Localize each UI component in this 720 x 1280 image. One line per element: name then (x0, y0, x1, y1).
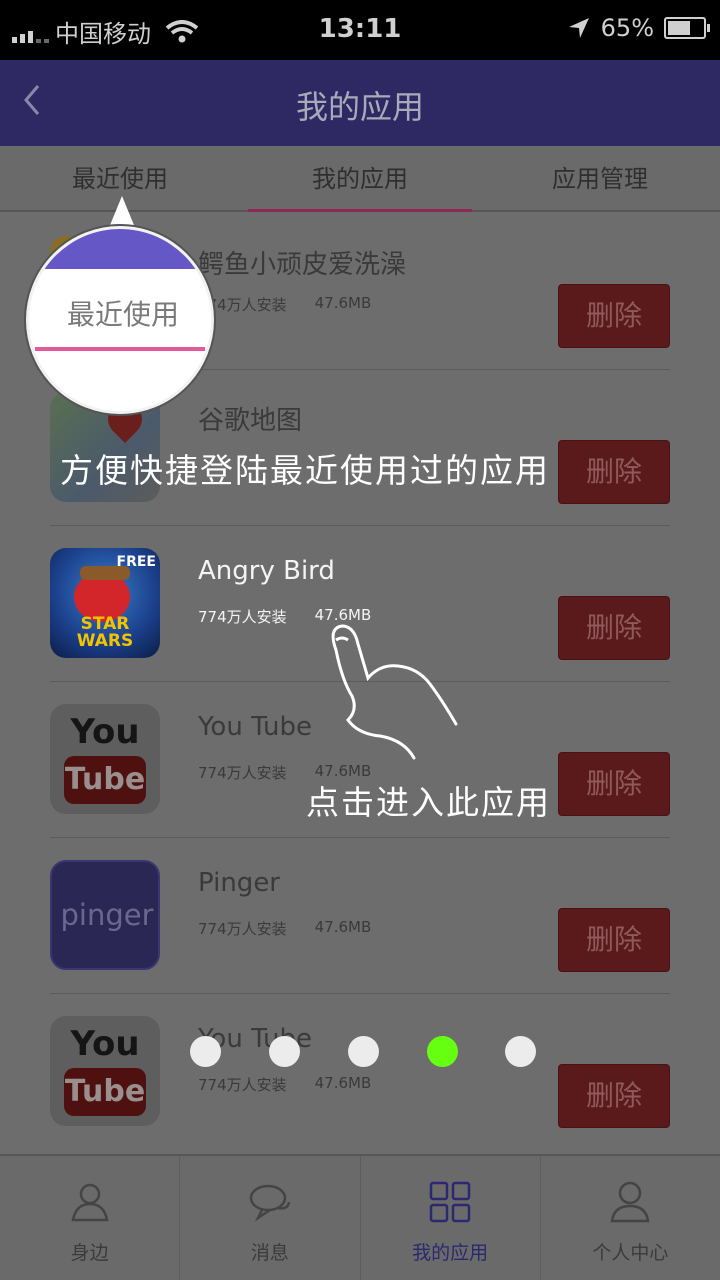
install-count: 774万人安装 (198, 920, 287, 938)
person-icon (71, 1183, 109, 1222)
delete-button[interactable]: 删除 (558, 752, 670, 816)
delete-button[interactable]: 删除 (558, 284, 670, 348)
hint-recent-apps: 方便快捷登陆最近使用过的应用 (60, 451, 550, 490)
app-name: Pinger (198, 868, 280, 898)
page-dot[interactable] (269, 1036, 300, 1067)
spotlight-magnifier: 最近使用 (26, 226, 214, 414)
nav-label: 身边 (70, 1242, 109, 1264)
bottom-nav: 身边 消息 我的应用 个人中心 (0, 1154, 720, 1280)
page-dot[interactable] (190, 1036, 221, 1067)
hint-tap-to-open: 点击进入此应用 (306, 783, 551, 822)
app-meta: 774万人安装 47.6MB (198, 1074, 371, 1095)
app-name: Angry Bird (198, 556, 335, 586)
page-title: 我的应用 (295, 88, 424, 126)
location-arrow-icon (568, 18, 589, 38)
app-name: 谷歌地图 (198, 406, 303, 436)
list-item[interactable]: You Tube You Tube 774万人安装 47.6MB 删除 (50, 994, 670, 1150)
nav-messages[interactable]: 消息 (180, 1156, 361, 1280)
status-right: 65% (567, 14, 710, 42)
angry-birds-icon[interactable]: FREE STAR WARS (50, 548, 160, 658)
app-meta: 774万人安装 47.6MB (198, 294, 371, 315)
app-meta: 774万人安装 47.6MB (198, 918, 371, 939)
battery-percent: 65% (600, 14, 654, 42)
spotlight-pointer (108, 196, 136, 230)
install-count: 774万人安装 (198, 764, 287, 782)
tab-my-apps[interactable]: 我的应用 (240, 146, 480, 212)
icon-text: Tube (64, 756, 146, 804)
delete-button[interactable]: 删除 (558, 1064, 670, 1128)
header: 我的应用 (0, 60, 720, 146)
spotlight-label: 最近使用 (66, 298, 179, 331)
nav-label: 个人中心 (592, 1242, 669, 1264)
icon-text: You (70, 1024, 140, 1064)
tap-hand-icon (331, 624, 458, 760)
battery-icon (664, 17, 710, 39)
youtube-icon[interactable]: You Tube (50, 704, 160, 814)
nav-nearby[interactable]: 身边 (0, 1156, 181, 1280)
icon-badge: FREE (116, 554, 156, 570)
app-name: 鳄鱼小顽皮爱洗澡 (198, 250, 407, 280)
list-item[interactable]: pinger Pinger 774万人安装 47.6MB 删除 (50, 838, 670, 994)
grid-icon (429, 1181, 471, 1223)
nav-label: 我的应用 (412, 1242, 489, 1264)
nav-label: 消息 (250, 1242, 289, 1264)
page-indicator (190, 1036, 540, 1068)
status-bar: 中国移动 13:11 65% (0, 0, 720, 60)
page-dot-active[interactable] (427, 1036, 458, 1067)
app-size: 47.6MB (314, 918, 372, 936)
page-dot[interactable] (348, 1036, 379, 1067)
chat-icon (249, 1184, 291, 1222)
user-icon (610, 1181, 650, 1223)
install-count: 774万人安装 (198, 1076, 287, 1094)
nav-my-apps[interactable]: 我的应用 (361, 1156, 541, 1280)
pinger-icon[interactable]: pinger (50, 860, 160, 970)
icon-text: Tube (64, 1068, 146, 1116)
delete-button[interactable]: 删除 (558, 908, 670, 972)
delete-button[interactable]: 删除 (558, 440, 670, 504)
page-dot[interactable] (505, 1036, 536, 1067)
nav-profile[interactable]: 个人中心 (541, 1156, 720, 1280)
tab-app-management[interactable]: 应用管理 (480, 146, 720, 210)
icon-text: pinger (60, 898, 154, 932)
app-name: You Tube (198, 712, 312, 742)
icon-title: STAR WARS (76, 614, 134, 651)
install-count: 774万人安装 (198, 608, 287, 626)
youtube-icon[interactable]: You Tube (50, 1016, 160, 1126)
delete-button[interactable]: 删除 (558, 596, 670, 660)
app-size: 47.6MB (314, 294, 372, 312)
icon-text: You (70, 712, 140, 752)
app-size: 47.6MB (314, 1074, 372, 1092)
